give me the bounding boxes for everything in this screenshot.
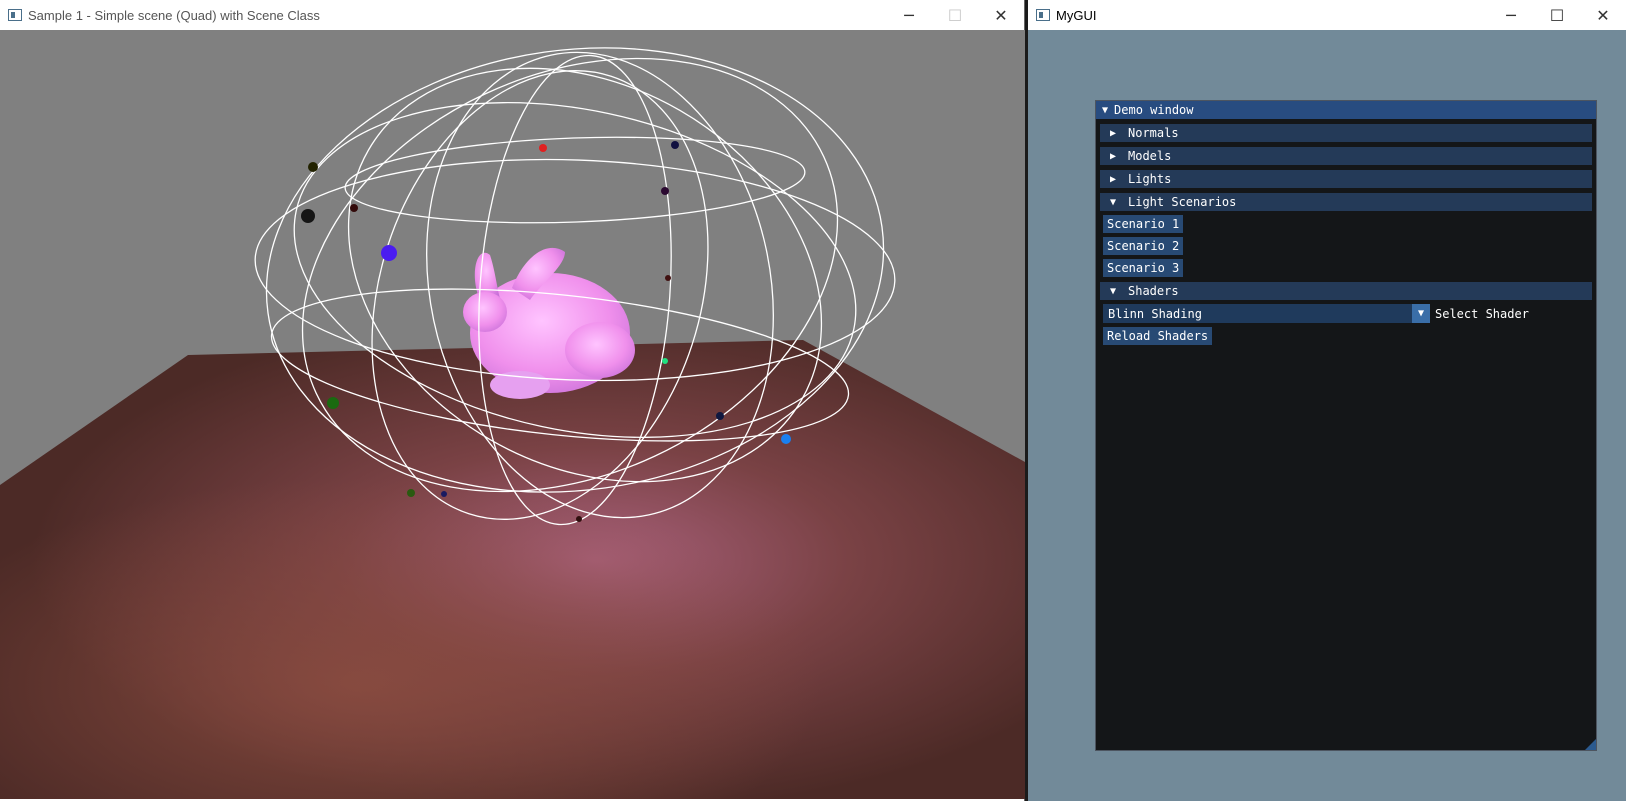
chevron-down-icon[interactable]: ▼: [1412, 304, 1430, 323]
collapse-arrow-icon[interactable]: ▼: [1102, 105, 1108, 116]
expand-arrow-icon: ▶: [1110, 173, 1117, 185]
scenario-1-button[interactable]: Scenario 1: [1103, 215, 1184, 233]
shader-select-label: Select Shader: [1435, 306, 1529, 321]
mygui-client-area: ▼ Demo window ▶ Normals ▶ Models ▶ Light…: [1028, 30, 1626, 801]
3d-viewport[interactable]: [0, 30, 1025, 799]
header-label: Models: [1128, 149, 1172, 163]
header-lights[interactable]: ▶ Lights: [1100, 170, 1592, 188]
maximize-button[interactable]: ☐: [1534, 0, 1580, 30]
close-button[interactable]: ✕: [1580, 0, 1626, 30]
expand-arrow-icon: ▶: [1110, 150, 1117, 162]
demo-window-titlebar[interactable]: ▼ Demo window: [1096, 101, 1596, 119]
scene-canvas: [0, 30, 1025, 799]
collapse-arrow-icon: ▼: [1110, 285, 1117, 297]
demo-window-title: Demo window: [1114, 103, 1194, 117]
resize-grip-icon[interactable]: [1585, 739, 1596, 750]
collapse-arrow-icon: ▼: [1110, 196, 1117, 208]
header-shaders[interactable]: ▼ Shaders: [1100, 282, 1592, 300]
header-label: Lights: [1128, 172, 1172, 186]
demo-window: ▼ Demo window ▶ Normals ▶ Models ▶ Light…: [1095, 100, 1597, 751]
minimize-button[interactable]: ─: [1488, 0, 1534, 30]
minimize-button[interactable]: ─: [886, 0, 932, 30]
shader-select-combo[interactable]: Blinn Shading ▼: [1103, 304, 1430, 323]
header-normals[interactable]: ▶ Normals: [1100, 124, 1592, 142]
maximize-button: ☐: [947, 5, 963, 25]
shader-select-value: Blinn Shading: [1108, 306, 1202, 321]
mygui-window-title: MyGUI: [1056, 7, 1097, 23]
render-window-title: Sample 1 - Simple scene (Quad) with Scen…: [28, 7, 320, 23]
mygui-window-titlebar[interactable]: MyGUI ─ ☐ ✕: [1028, 0, 1626, 30]
expand-arrow-icon: ▶: [1110, 127, 1117, 139]
close-button[interactable]: ✕: [978, 0, 1024, 30]
render-window-titlebar[interactable]: Sample 1 - Simple scene (Quad) with Scen…: [0, 0, 1024, 30]
mygui-window: MyGUI ─ ☐ ✕ ▼ Demo window ▶ Normals ▶ Mo…: [1028, 0, 1626, 801]
scenario-3-button[interactable]: Scenario 3: [1103, 259, 1184, 277]
header-label: Light Scenarios: [1128, 195, 1237, 209]
header-label: Normals: [1128, 126, 1179, 140]
header-label: Shaders: [1128, 284, 1179, 298]
window-app-icon: [1036, 9, 1050, 21]
render-window: Sample 1 - Simple scene (Quad) with Scen…: [0, 0, 1025, 801]
reload-shaders-button[interactable]: Reload Shaders: [1103, 327, 1213, 345]
window-app-icon: [8, 9, 22, 21]
header-light-scenarios[interactable]: ▼ Light Scenarios: [1100, 193, 1592, 211]
shader-select-row: Blinn Shading ▼ Select Shader: [1103, 304, 1596, 323]
scenario-2-button[interactable]: Scenario 2: [1103, 237, 1184, 255]
header-models[interactable]: ▶ Models: [1100, 147, 1592, 165]
